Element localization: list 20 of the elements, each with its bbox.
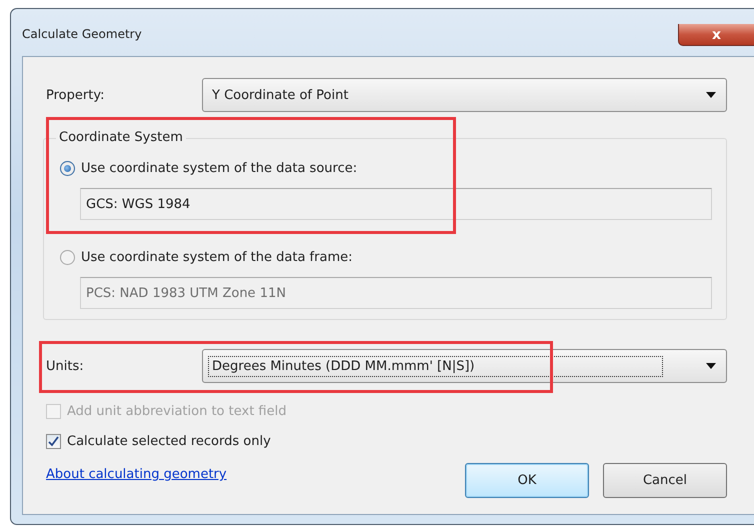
coordinate-system-field: PCS: NAD 1983 UTM Zone 11N xyxy=(80,277,712,309)
caret-icon xyxy=(706,92,716,98)
ok-button[interactable]: OK xyxy=(465,463,589,498)
checkbox-label[interactable]: Calculate selected records only xyxy=(67,434,271,449)
window-title: Calculate Geometry xyxy=(22,27,142,41)
help-link[interactable]: About calculating geometry xyxy=(46,467,451,482)
property-label: Property: xyxy=(46,88,106,102)
property-dropdown[interactable]: Y Coordinate of Point xyxy=(202,78,727,112)
cancel-button[interactable]: Cancel xyxy=(603,463,727,498)
group-title: Coordinate System xyxy=(56,130,186,145)
coordinate-system-field: GCS: WGS 1984 xyxy=(80,188,712,220)
close-button[interactable]: x xyxy=(678,24,754,46)
checkbox[interactable] xyxy=(46,434,61,449)
radio-label[interactable]: Use coordinate system of the data frame: xyxy=(81,250,352,265)
radio-button[interactable] xyxy=(60,161,75,176)
units-dropdown[interactable]: Degrees Minutes (DDD MM.mmm' [N|S]) xyxy=(202,349,727,383)
units-label: Units: xyxy=(46,358,85,374)
radio-label[interactable]: Use coordinate system of the data source: xyxy=(81,161,358,176)
radio-button[interactable] xyxy=(60,250,75,265)
caret-icon xyxy=(706,363,716,369)
